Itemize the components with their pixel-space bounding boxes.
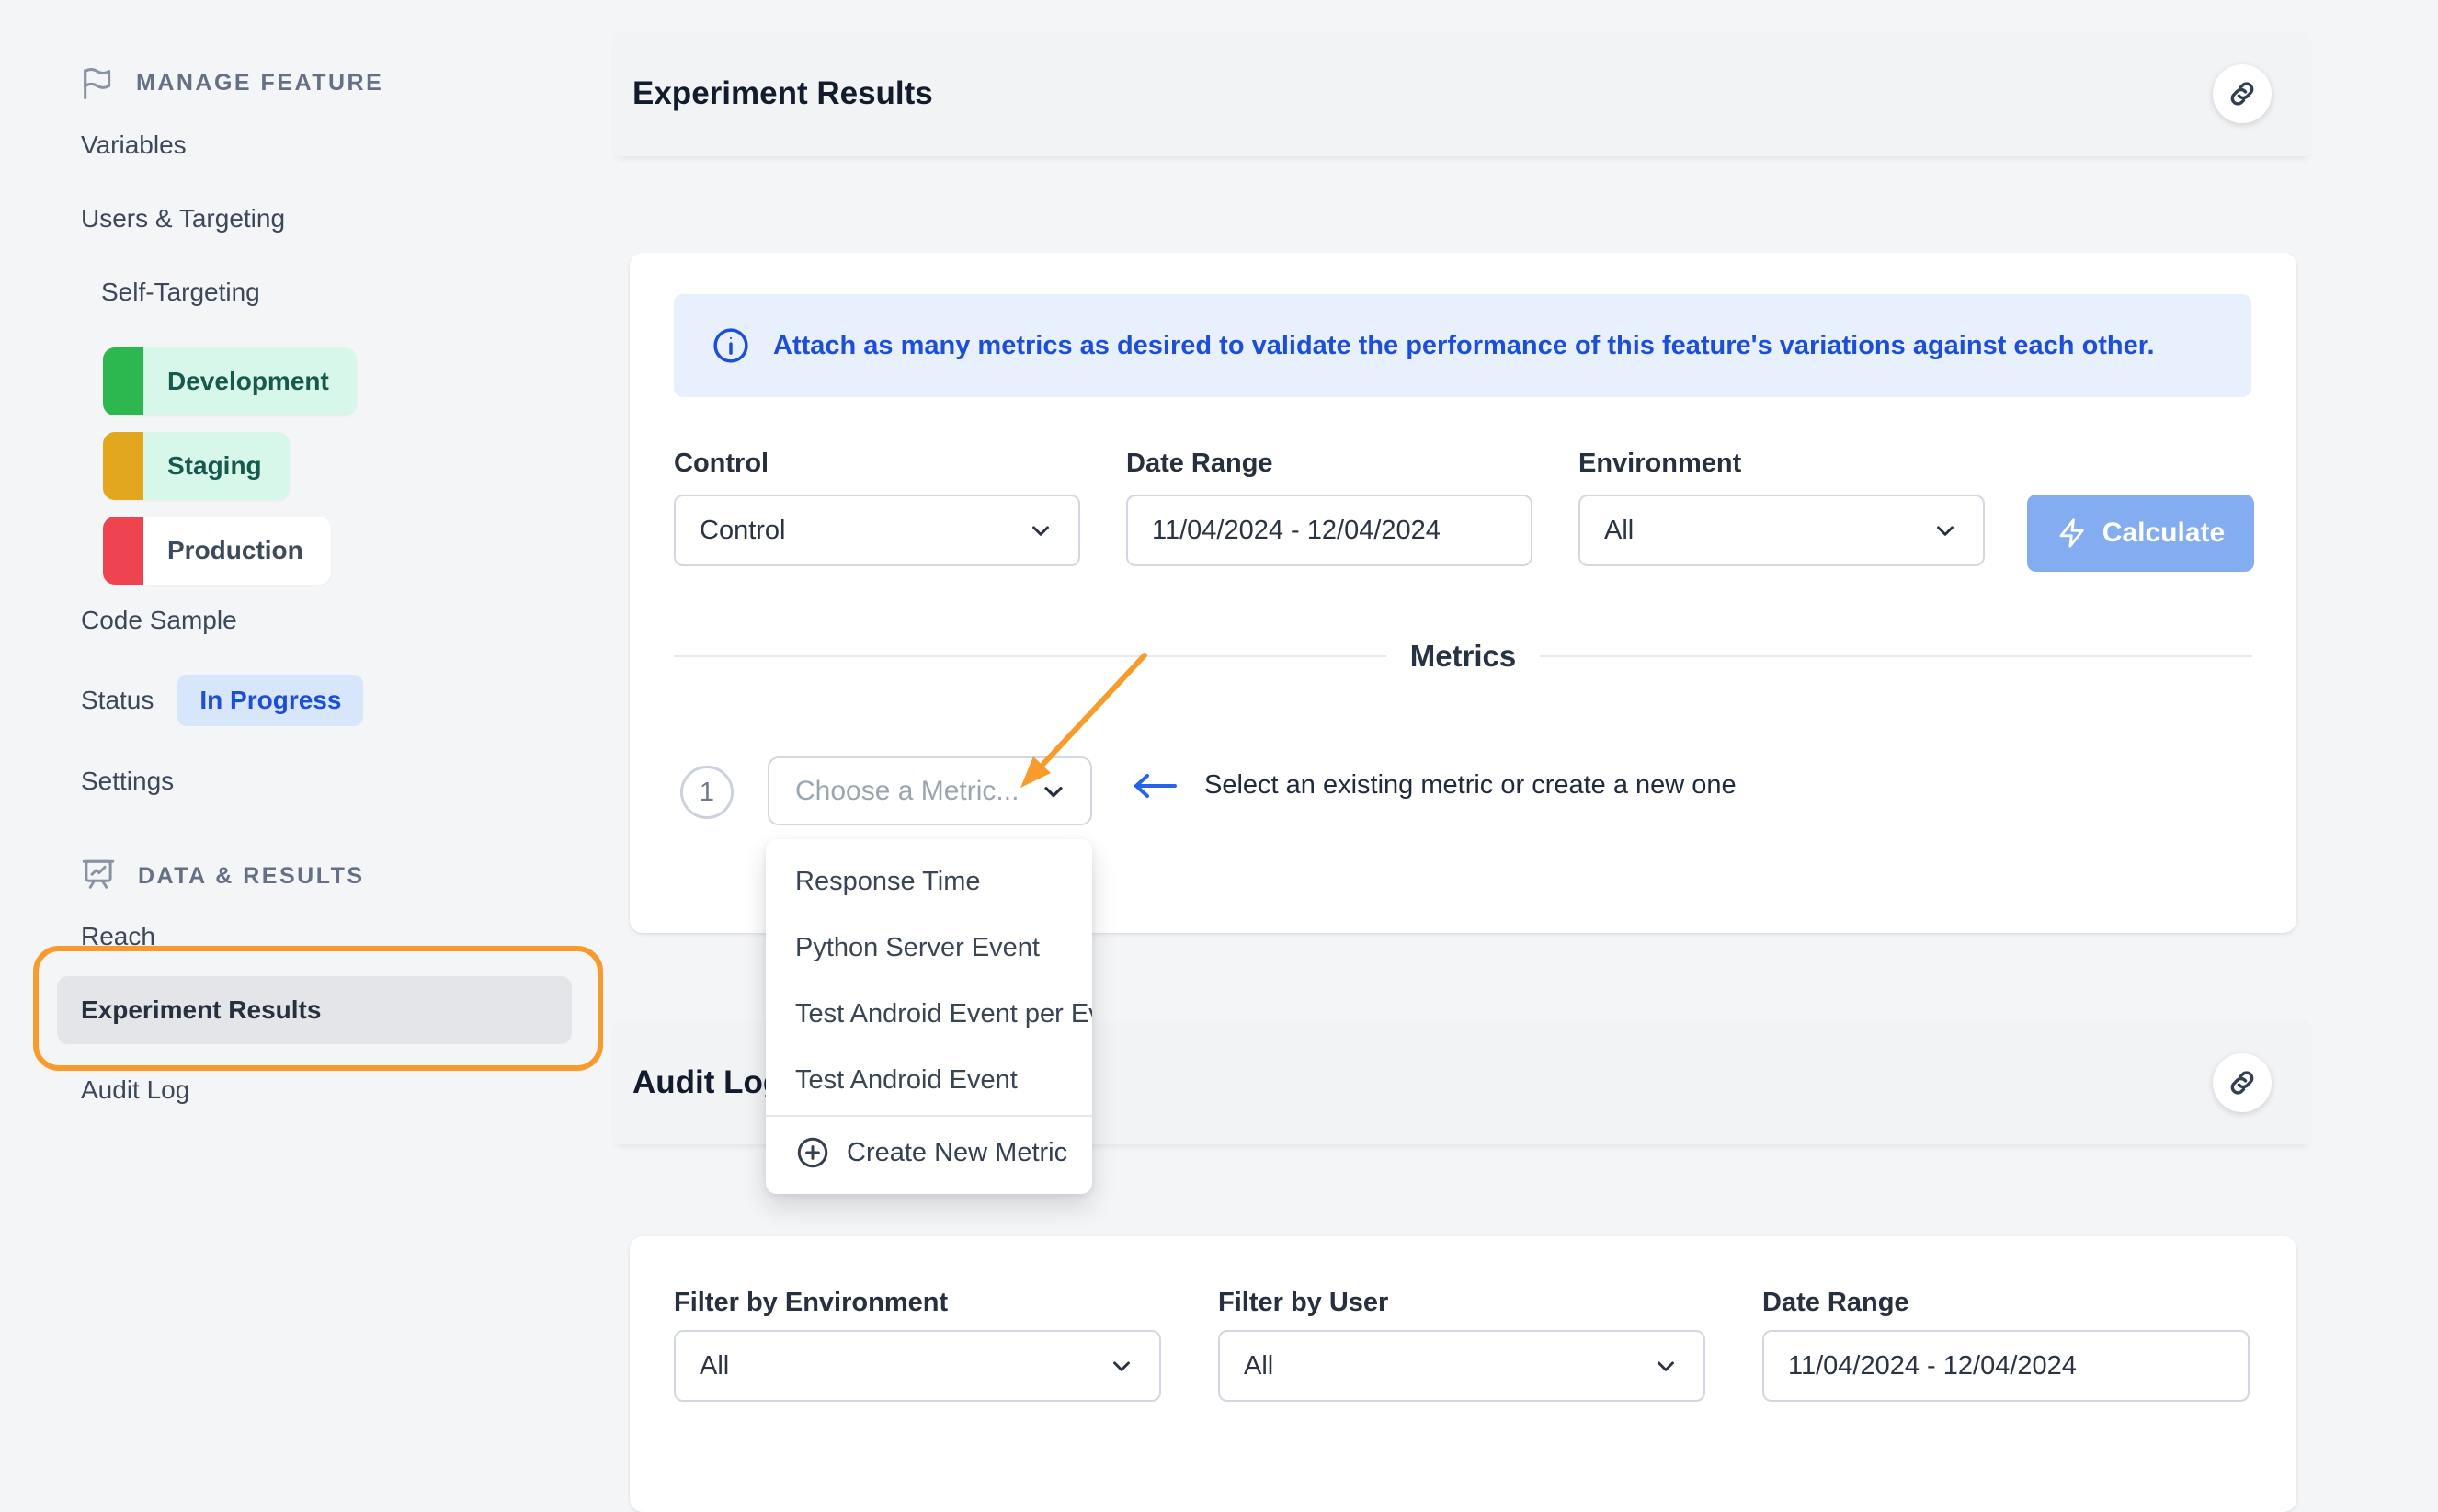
control-select-value: Control: [676, 516, 786, 546]
environment-select[interactable]: All: [1578, 495, 1985, 566]
presentation-chart-icon: [79, 857, 118, 895]
link-icon: [2227, 78, 2258, 109]
sidebar-item-reach[interactable]: Reach: [81, 922, 155, 951]
environment-select-value: All: [1580, 516, 1634, 546]
environment-color-bar: [103, 432, 143, 500]
info-icon: [711, 325, 751, 366]
filter-user-value: All: [1220, 1351, 1273, 1381]
filter-user-label: Filter by User: [1218, 1288, 1388, 1318]
divider-line: [1540, 655, 2252, 657]
sidebar-item-audit-log[interactable]: Audit Log: [81, 1075, 189, 1105]
environment-badge-label: Development: [143, 367, 357, 396]
metrics-heading: Metrics: [1410, 639, 1517, 674]
create-new-metric-label: Create New Metric: [847, 1138, 1067, 1168]
audit-date-range-label: Date Range: [1762, 1288, 1909, 1318]
sidebar-item-self-targeting[interactable]: Self-Targeting: [101, 278, 260, 307]
left-arrow-icon: [1129, 771, 1180, 801]
chevron-down-icon: [1084, 1352, 1135, 1380]
lightning-icon: [2056, 517, 2088, 549]
page-title: Experiment Results: [632, 75, 933, 112]
plus-circle-icon: [795, 1135, 830, 1170]
dropdown-divider: [766, 1115, 1092, 1117]
data-results-label: DATA & RESULTS: [138, 863, 365, 890]
environment-badge-staging[interactable]: Staging: [103, 432, 290, 500]
audit-date-range-value: 11/04/2024 - 12/04/2024: [1764, 1351, 2077, 1381]
info-banner: Attach as many metrics as desired to val…: [674, 294, 2251, 397]
metric-dropdown-menu: Response Time Python Server Event Test A…: [766, 839, 1092, 1194]
create-new-metric-option[interactable]: Create New Metric: [766, 1119, 1092, 1187]
environment-badge-label: Staging: [143, 451, 290, 481]
copy-link-button[interactable]: [2213, 64, 2272, 123]
calculate-label: Calculate: [2102, 517, 2225, 549]
status-badge: In Progress: [177, 675, 363, 726]
metric-hint: Select an existing metric or create a ne…: [1129, 770, 1737, 801]
manage-feature-label: MANAGE FEATURE: [136, 70, 383, 97]
sidebar-item-users-targeting[interactable]: Users & Targeting: [81, 204, 285, 233]
environment-badge-development[interactable]: Development: [103, 347, 357, 415]
filter-user-select[interactable]: All: [1218, 1330, 1705, 1402]
date-range-label: Date Range: [1126, 449, 1273, 479]
metric-hint-text: Select an existing metric or create a ne…: [1204, 770, 1737, 801]
control-label: Control: [674, 449, 769, 479]
experiment-results-header-band: Experiment Results: [614, 31, 2310, 156]
audit-log-title: Audit Log: [632, 1064, 782, 1101]
experiment-results-label: Experiment Results: [57, 995, 321, 1025]
link-icon: [2227, 1067, 2258, 1098]
environment-badge-label: Production: [143, 536, 331, 565]
sidebar-item-variables[interactable]: Variables: [81, 131, 187, 160]
calculate-button[interactable]: Calculate: [2027, 495, 2254, 572]
info-banner-text: Attach as many metrics as desired to val…: [773, 331, 2155, 361]
environment-color-bar: [103, 347, 143, 415]
metrics-section-divider: Metrics: [674, 639, 2252, 674]
data-results-section-header: DATA & RESULTS: [79, 857, 365, 895]
metric-row-number: 1: [680, 766, 734, 819]
sidebar-item-settings[interactable]: Settings: [81, 767, 174, 796]
manage-feature-section-header: MANAGE FEATURE: [79, 64, 383, 101]
filter-environment-label: Filter by Environment: [674, 1288, 948, 1318]
audit-date-range-input[interactable]: 11/04/2024 - 12/04/2024: [1762, 1330, 2250, 1402]
sidebar-item-experiment-results[interactable]: Experiment Results: [57, 976, 572, 1044]
feature-sidebar: MANAGE FEATURE Variables Users & Targeti…: [0, 0, 614, 1447]
experiment-setup-card: Attach as many metrics as desired to val…: [630, 253, 2296, 933]
chevron-down-icon: [1908, 517, 1959, 544]
date-range-input[interactable]: 11/04/2024 - 12/04/2024: [1126, 495, 1532, 566]
filter-environment-value: All: [676, 1351, 729, 1381]
audit-log-filters-card: Filter by Environment All Filter by User…: [630, 1236, 2296, 1512]
chevron-down-icon: [1003, 517, 1054, 544]
metric-option-response-time[interactable]: Response Time: [766, 848, 1092, 915]
copy-link-button[interactable]: [2213, 1053, 2272, 1112]
date-range-value: 11/04/2024 - 12/04/2024: [1128, 516, 1441, 546]
sidebar-status-row: Status In Progress: [81, 675, 363, 726]
chevron-down-icon: [1039, 777, 1068, 806]
control-select[interactable]: Control: [674, 495, 1080, 566]
status-label[interactable]: Status: [81, 686, 154, 715]
choose-metric-select[interactable]: Choose a Metric...: [768, 756, 1092, 825]
chevron-down-icon: [1628, 1352, 1680, 1380]
metric-option-test-android-event[interactable]: Test Android Event: [766, 1047, 1092, 1113]
environment-label: Environment: [1578, 449, 1741, 479]
filter-environment-select[interactable]: All: [674, 1330, 1161, 1402]
environment-color-bar: [103, 517, 143, 585]
metric-option-test-android-event-per-event[interactable]: Test Android Event per Ev: [766, 981, 1092, 1047]
metric-option-python-server-event[interactable]: Python Server Event: [766, 915, 1092, 981]
flag-icon: [79, 64, 116, 101]
sidebar-item-code-sample[interactable]: Code Sample: [81, 606, 237, 635]
environment-badge-production[interactable]: Production: [103, 517, 331, 585]
divider-line: [674, 655, 1386, 657]
choose-metric-placeholder: Choose a Metric...: [769, 776, 1019, 807]
